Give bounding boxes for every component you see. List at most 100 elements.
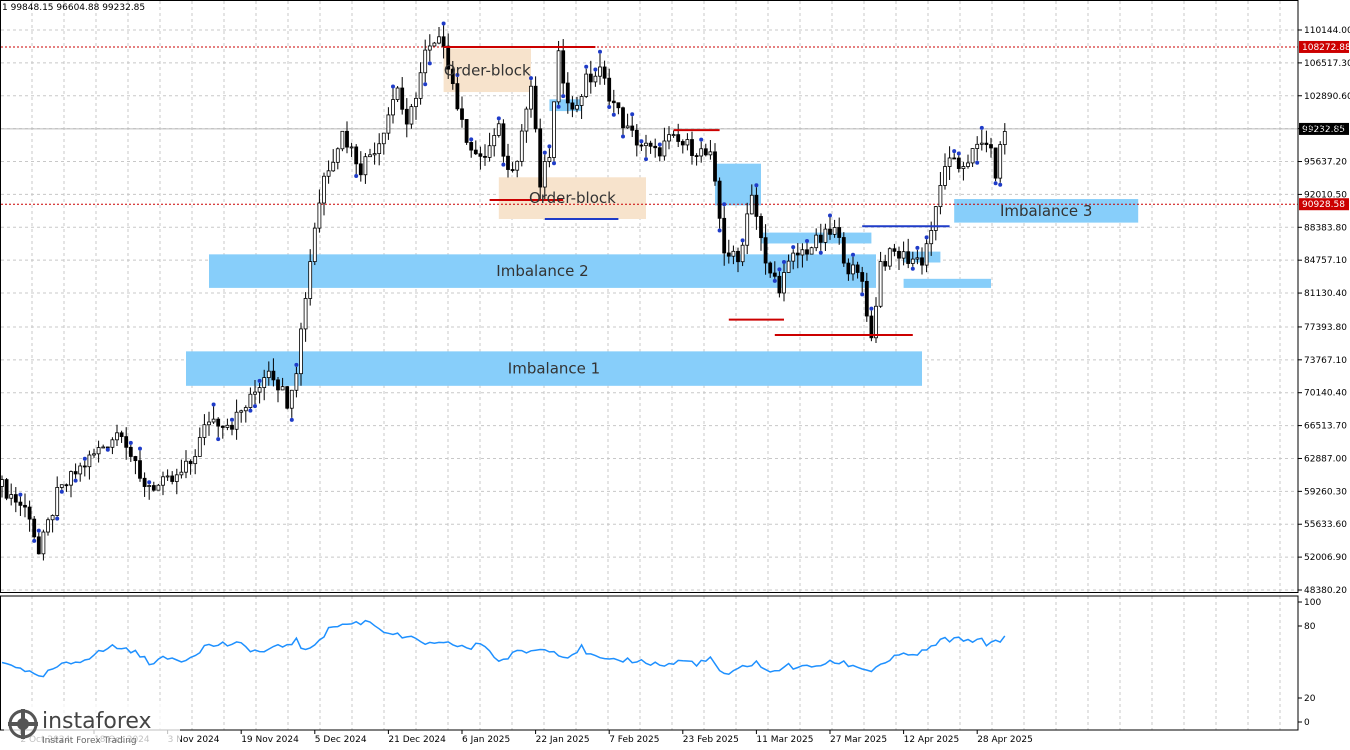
fractal-down-marker: [860, 292, 865, 297]
candle-body: [73, 471, 78, 475]
candle-body: [874, 305, 878, 339]
candle-body: [690, 139, 694, 156]
candle-body: [832, 227, 837, 235]
instaforex-logo: instaforex Instant Forex Trading: [4, 703, 180, 749]
ohlc-header: 1 99848.15 96604.88 99232.85: [2, 3, 146, 13]
candle-body: [694, 155, 699, 157]
candle-body: [657, 147, 662, 157]
candles-layer: [0, 21, 1007, 561]
candle-body: [510, 169, 515, 171]
candle-body: [414, 97, 418, 108]
candle-body: [529, 85, 533, 110]
candle-body: [768, 262, 773, 274]
fractal-down-marker: [427, 61, 432, 66]
candle-body: [621, 107, 625, 129]
price-tick-label: 70140.40: [1304, 389, 1347, 399]
fractal-down-marker: [607, 105, 612, 110]
candle-body: [814, 234, 819, 249]
candle-body: [423, 49, 428, 74]
fractal-down-marker: [818, 250, 823, 255]
date-tick-label: 22 Jan 2025: [536, 735, 590, 745]
fractal-up-marker: [147, 480, 152, 485]
candle-body: [27, 506, 32, 520]
candle-body: [749, 194, 754, 215]
fractal-down-marker: [772, 278, 777, 283]
rsi-panel-frame: [0, 595, 1299, 731]
fractal-up-marker: [547, 144, 552, 149]
fractal-down-marker: [289, 417, 294, 422]
fractal-up-marker: [584, 64, 589, 69]
candle-body: [777, 275, 782, 294]
price-tick-label: 55633.60: [1304, 520, 1347, 530]
candle-body: [23, 504, 27, 508]
fractal-down-marker: [354, 173, 359, 178]
fractal-up-marker: [952, 149, 957, 154]
candle-body: [772, 272, 777, 277]
price-chart[interactable]: 108272.88 99232.85 90928.58 Order-block Ord…: [0, 0, 1350, 750]
candle-body: [1002, 131, 1007, 145]
candle-body: [993, 147, 998, 179]
date-tick-label: 28 Apr 2025: [977, 735, 1033, 745]
candle-body: [303, 298, 308, 330]
imbalance-label: Imbalance 1: [508, 360, 600, 378]
fractal-up-marker: [496, 116, 501, 121]
candle-body: [331, 161, 336, 172]
candle-body: [556, 50, 561, 103]
candle-body: [202, 424, 207, 438]
candle-body: [55, 487, 60, 516]
candle-body: [966, 162, 970, 167]
candle-body: [515, 160, 520, 171]
candle-body: [404, 108, 409, 125]
candle-body: [703, 148, 708, 156]
candle-body: [579, 96, 584, 106]
candle-body: [639, 144, 644, 147]
fractal-up-marker: [138, 446, 142, 451]
candle-body: [156, 484, 161, 491]
rsi-line: [1, 619, 1006, 678]
candle-body: [437, 36, 441, 44]
candle-body: [970, 148, 975, 164]
fractal-up-marker: [777, 267, 782, 272]
candle-body: [368, 154, 372, 158]
fractal-up-marker: [639, 139, 644, 144]
date-tick-label: 11 Mar 2025: [756, 735, 813, 745]
candle-body: [795, 252, 800, 256]
fractal-up-marker: [598, 49, 602, 54]
candle-body: [920, 257, 924, 266]
candle-body: [786, 260, 791, 273]
candle-body: [92, 453, 96, 456]
candle-body: [464, 119, 469, 143]
candle-body: [441, 36, 446, 47]
candle-body: [630, 125, 635, 131]
price-tick-label: 92010.50: [1304, 190, 1347, 200]
candle-body: [726, 252, 731, 257]
candle-body: [372, 153, 377, 156]
candle-body: [648, 142, 653, 147]
candle-body: [717, 180, 722, 219]
fractal-up-marker: [441, 21, 446, 26]
candle-body: [754, 194, 759, 217]
imbalance-zone: [903, 278, 991, 288]
price-levels: 108272.88 99232.85 90928.58: [1, 40, 1350, 211]
candle-body: [823, 228, 828, 243]
candle-body: [828, 228, 832, 235]
candle-body: [607, 77, 612, 102]
fractal-down-marker: [561, 94, 566, 99]
candle-body: [165, 475, 170, 478]
candle-body: [243, 407, 248, 412]
fractal-down-marker: [105, 447, 110, 452]
fractal-down-marker: [910, 266, 915, 271]
candle-body: [878, 261, 883, 307]
candle-body: [188, 460, 193, 465]
date-tick-label: 7 Feb 2025: [609, 735, 659, 745]
candle-body: [736, 250, 740, 263]
candle-body: [805, 249, 809, 255]
candle-body: [124, 436, 129, 448]
candle-body: [170, 475, 175, 482]
fractal-down-marker: [552, 161, 556, 166]
logo-text: instaforex: [42, 709, 152, 734]
candle-body: [483, 155, 487, 158]
candle-body: [846, 262, 851, 275]
candle-body: [32, 518, 37, 538]
fractal-down-marker: [611, 112, 616, 117]
